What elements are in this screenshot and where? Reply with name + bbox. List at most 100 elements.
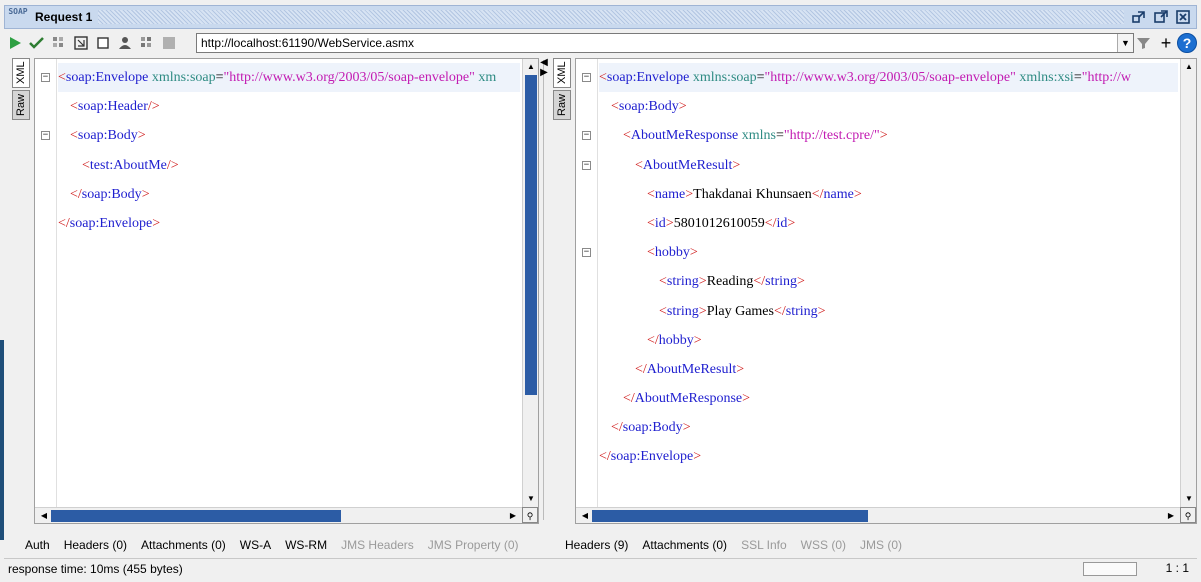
fold-toggle-icon[interactable]: − xyxy=(582,248,591,258)
response-xml-code[interactable]: <soap:Envelope xmlns:soap="http://www.w3… xyxy=(599,63,1178,472)
xml-line[interactable]: <id>5801012610059</id> xyxy=(599,209,1178,238)
add-icon[interactable]: + xyxy=(1155,32,1177,54)
request-vertical-scrollbar[interactable]: ▲ ▼ xyxy=(522,59,538,507)
xml-token: xmlns:xsi xyxy=(1015,70,1074,85)
bottom-tab[interactable]: JMS Property (0) xyxy=(428,538,519,552)
bottom-tab[interactable]: Headers (9) xyxy=(565,538,628,552)
expand-window-icon[interactable] xyxy=(70,32,92,54)
scroll-left-icon[interactable]: ◀ xyxy=(578,508,592,523)
scroll-left-icon[interactable]: ◀ xyxy=(37,508,51,523)
bottom-tab[interactable]: JMS (0) xyxy=(860,538,902,552)
bottom-tab[interactable]: Auth xyxy=(25,538,50,552)
fold-toggle-icon[interactable]: − xyxy=(582,131,591,141)
chevron-down-icon[interactable]: ▼ xyxy=(1117,34,1133,52)
bottom-tab[interactable]: WS-RM xyxy=(285,538,327,552)
stop-icon[interactable] xyxy=(92,32,114,54)
xml-token: = xyxy=(215,70,224,85)
xml-line[interactable]: <test:AboutMe/> xyxy=(58,151,520,180)
window-title: Request 1 xyxy=(35,10,93,24)
run-request-icon[interactable] xyxy=(4,32,26,54)
scroll-right-icon[interactable]: ▶ xyxy=(506,508,520,523)
xml-token: test:AboutMe xyxy=(89,157,167,173)
fold-toggle-icon[interactable]: − xyxy=(41,131,50,141)
scroll-up-icon[interactable]: ▲ xyxy=(1181,59,1196,75)
request-tab-raw[interactable]: Raw xyxy=(12,90,30,120)
xml-token: AboutMeResult xyxy=(642,157,733,173)
xml-line[interactable]: </soap:Envelope> xyxy=(58,209,520,238)
response-tab-raw[interactable]: Raw xyxy=(553,90,571,120)
xml-token: < xyxy=(70,128,78,144)
soap-create-icon[interactable] xyxy=(48,32,70,54)
splitter-collapse-icon[interactable]: ◀ ▶ xyxy=(539,58,549,78)
maximize-window-icon[interactable] xyxy=(1152,8,1170,26)
help-icon[interactable]: ? xyxy=(1177,33,1197,53)
filter-icon[interactable] xyxy=(1133,32,1155,54)
xml-line[interactable]: <soap:Body> xyxy=(58,121,520,150)
request-tab-xml[interactable]: XML xyxy=(12,58,30,88)
xml-line[interactable]: <name>Thakdanai Khunsaen</name> xyxy=(599,180,1178,209)
window-edge-strip xyxy=(0,340,4,540)
request-horizontal-scrollbar[interactable]: ◀ ▶ ⚲ xyxy=(35,507,538,523)
options-icon[interactable] xyxy=(158,32,180,54)
xml-line[interactable]: <hobby> xyxy=(599,238,1178,267)
xml-line[interactable]: </hobby> xyxy=(599,326,1178,355)
endpoint-url-input[interactable]: http://localhost:61190/WebService.asmx ▼ xyxy=(196,33,1134,53)
xml-line[interactable]: </soap:Body> xyxy=(58,180,520,209)
add-assertion-icon[interactable] xyxy=(26,32,48,54)
search-icon[interactable]: ⚲ xyxy=(522,507,538,523)
xml-line[interactable]: </AboutMeResult> xyxy=(599,355,1178,384)
xml-line[interactable]: <string>Reading</string> xyxy=(599,267,1178,296)
request-view-tabs: XML Raw xyxy=(12,58,32,122)
response-vertical-scrollbar[interactable]: ▲ ▼ xyxy=(1180,59,1196,507)
bottom-tab[interactable]: Headers (0) xyxy=(64,538,127,552)
xml-token: hobby xyxy=(658,332,694,348)
fold-toggle-icon[interactable]: − xyxy=(41,73,50,82)
xml-token: = xyxy=(1073,70,1082,85)
xml-line[interactable]: <string>Play Games</string> xyxy=(599,297,1178,326)
bottom-tab[interactable]: JMS Headers xyxy=(341,538,414,552)
request-xml-editor[interactable]: − − <soap:Envelope xmlns:soap="http://www… xyxy=(34,58,539,524)
scroll-down-icon[interactable]: ▼ xyxy=(523,491,538,507)
xml-token: </ xyxy=(764,215,777,231)
xml-line[interactable]: <soap:Envelope xmlns:soap="http://www.w3… xyxy=(599,63,1178,93)
request-hscroll-thumb[interactable] xyxy=(51,510,341,522)
bottom-tab[interactable]: Attachments (0) xyxy=(642,538,727,552)
xml-line[interactable]: <soap:Header/> xyxy=(58,92,520,121)
title-bar: SOAP Request 1 xyxy=(4,5,1197,29)
restore-window-icon[interactable] xyxy=(1130,8,1148,26)
response-tab-xml[interactable]: XML xyxy=(553,58,571,88)
xml-line[interactable]: </soap:Body> xyxy=(599,413,1178,442)
xml-line[interactable]: <AboutMeResult> xyxy=(599,151,1178,180)
request-xml-code[interactable]: <soap:Envelope xmlns:soap="http://www.w3… xyxy=(58,63,520,238)
bottom-tab[interactable]: WSS (0) xyxy=(801,538,846,552)
response-hscroll-thumb[interactable] xyxy=(592,510,868,522)
xml-token: Play Games xyxy=(706,303,774,319)
soap-settings-icon[interactable] xyxy=(136,32,158,54)
request-toolbar: http://localhost:61190/WebService.asmx ▼… xyxy=(4,30,1197,56)
scroll-up-icon[interactable]: ▲ xyxy=(523,59,538,75)
bottom-tab[interactable]: Attachments (0) xyxy=(141,538,226,552)
cursor-position: 1 : 1 xyxy=(1165,561,1189,575)
xml-line[interactable]: <soap:Envelope xmlns:soap="http://www.w3… xyxy=(58,63,520,93)
fold-toggle-icon[interactable]: − xyxy=(582,73,591,82)
xml-line[interactable]: </AboutMeResponse> xyxy=(599,384,1178,413)
scroll-down-icon[interactable]: ▼ xyxy=(1181,491,1196,507)
response-xml-editor[interactable]: − − − − <soap:Envelope xmlns:soap="http://w… xyxy=(575,58,1197,524)
close-window-icon[interactable] xyxy=(1174,8,1192,26)
panel-splitter[interactable] xyxy=(543,60,544,520)
xml-line[interactable]: </soap:Envelope> xyxy=(599,442,1178,471)
response-horizontal-scrollbar[interactable]: ◀ ▶ ⚲ xyxy=(576,507,1196,523)
xml-token: Thakdanai Khunsaen xyxy=(693,186,812,202)
fold-toggle-icon[interactable]: − xyxy=(582,160,591,170)
title-bar-grip[interactable] xyxy=(98,10,1124,24)
scroll-right-icon[interactable]: ▶ xyxy=(1164,508,1178,523)
bottom-tab[interactable]: SSL Info xyxy=(741,538,787,552)
request-vscroll-thumb[interactable] xyxy=(525,75,537,395)
xml-line[interactable]: <AboutMeResponse xmlns="http://test.cpre… xyxy=(599,121,1178,150)
search-icon[interactable]: ⚲ xyxy=(1180,507,1196,523)
request-panel: XML Raw − − <soap:Envelope xmlns:soap="ht… xyxy=(12,58,539,524)
xml-line[interactable]: <soap:Body> xyxy=(599,92,1178,121)
bottom-tab[interactable]: WS-A xyxy=(240,538,271,552)
user-icon[interactable] xyxy=(114,32,136,54)
xml-token: 5801012610059 xyxy=(673,215,765,231)
